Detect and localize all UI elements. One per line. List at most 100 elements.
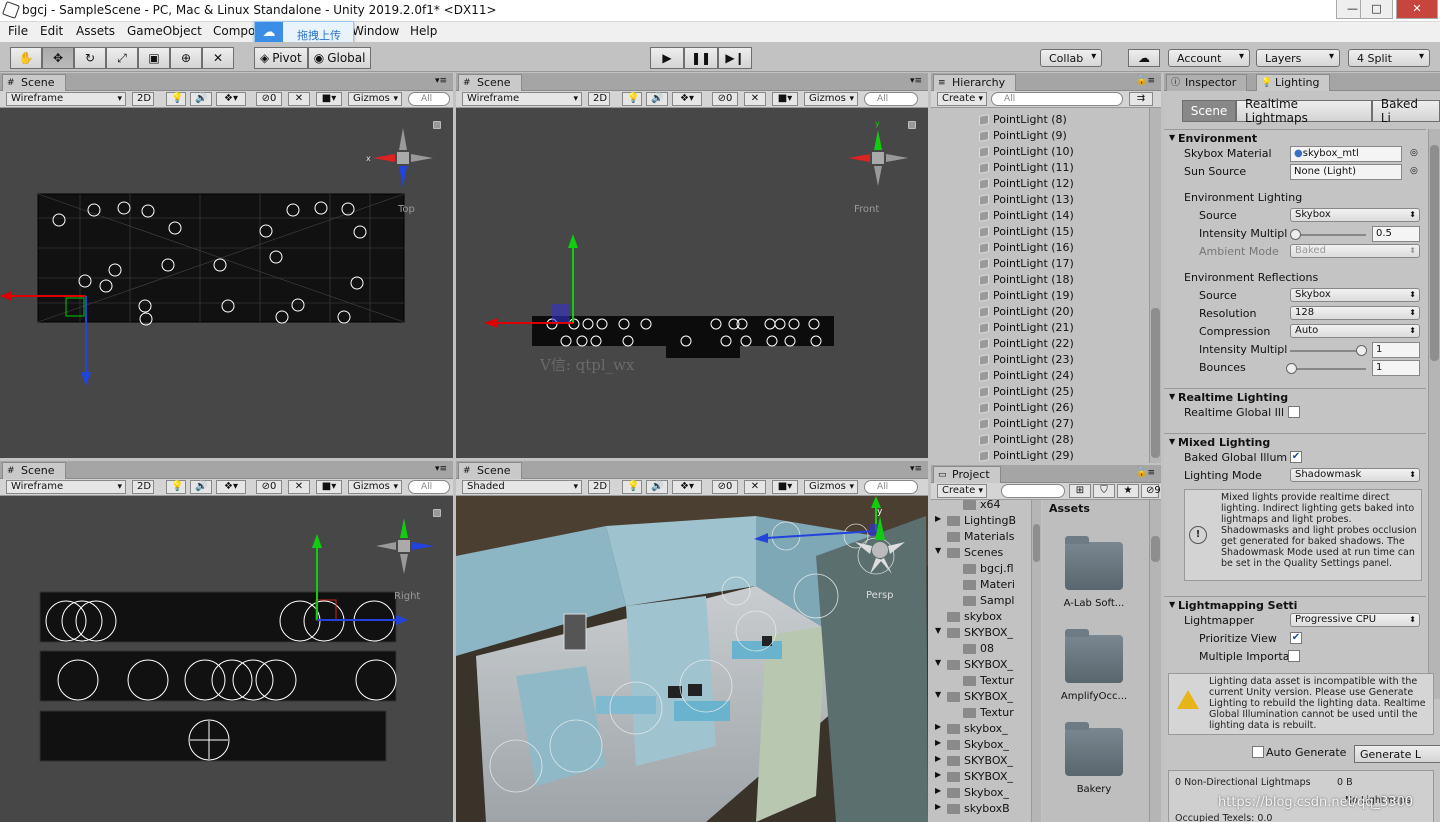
expand-arrow-icon[interactable]: ▶ <box>935 770 941 779</box>
project-tree-item[interactable]: bgcj.fl <box>931 561 1031 577</box>
expand-arrow-icon[interactable]: ▼ <box>935 546 941 555</box>
project-tree-item[interactable]: ▶ skyboxB <box>931 801 1031 817</box>
refl-intensity-value-field[interactable]: 1 <box>1372 342 1420 358</box>
draw-mode-dropdown[interactable]: Wireframe <box>462 92 582 106</box>
viewport[interactable]: Right <box>0 496 453 822</box>
lighting-toggle-icon[interactable]: 💡 <box>166 92 186 106</box>
custom-tool-icon[interactable]: ✕ <box>202 47 234 69</box>
2d-toggle[interactable]: 2D <box>132 480 154 494</box>
scene-search-input[interactable]: All <box>864 480 918 494</box>
expand-arrow-icon[interactable]: ▶ <box>935 514 941 523</box>
project-tree-item[interactable]: ▶ skybox_ <box>931 721 1031 737</box>
expand-arrow-icon[interactable]: ▶ <box>935 738 941 747</box>
source-dropdown[interactable]: Skybox <box>1290 208 1420 222</box>
menu-help[interactable]: Help <box>410 24 437 38</box>
tree-scrollbar[interactable] <box>1031 500 1041 822</box>
subtab-realtime-lightmaps[interactable]: Realtime Lightmaps <box>1236 97 1372 125</box>
hierarchy-item[interactable]: PointLight (8) <box>931 112 1141 128</box>
tab-lighting[interactable]: 💡 Lighting <box>1256 74 1331 91</box>
gizmos-dropdown[interactable]: Gizmos <box>804 92 858 106</box>
filter-type-icon[interactable]: ⊞ <box>1069 484 1091 498</box>
expand-arrow-icon[interactable]: ▼ <box>935 658 941 667</box>
project-tree-item[interactable]: Materials <box>931 529 1031 545</box>
project-tree-item[interactable]: 08 <box>931 641 1031 657</box>
hierarchy-item[interactable]: PointLight (11) <box>931 160 1141 176</box>
scale-tool-icon[interactable]: ⤢ <box>106 47 138 69</box>
sun-source-field[interactable]: None (Light) <box>1290 164 1402 180</box>
hierarchy-item[interactable]: PointLight (16) <box>931 240 1141 256</box>
hidden-objects-count[interactable]: ⊘0 <box>256 480 282 494</box>
tools-icon[interactable]: ✕ <box>744 480 766 494</box>
gizmos-dropdown[interactable]: Gizmos <box>348 92 402 106</box>
refl-source-dropdown[interactable]: Skybox <box>1290 288 1420 302</box>
scrollbar-thumb[interactable] <box>1151 536 1160 562</box>
asset-folder[interactable]: A-Lab Soft... <box>1059 536 1129 609</box>
asset-folder[interactable]: AmplifyOcc... <box>1059 629 1129 702</box>
close-button[interactable]: ✕ <box>1396 0 1438 19</box>
object-picker-icon[interactable]: ◎ <box>1410 166 1418 176</box>
hierarchy-item[interactable]: PointLight (14) <box>931 208 1141 224</box>
project-tree-item[interactable]: ▶ Skybox_ <box>931 737 1031 753</box>
menu-edit[interactable]: Edit <box>40 24 63 38</box>
hidden-objects-count[interactable]: ⊘0 <box>712 92 738 106</box>
project-tree-item[interactable]: ▶ LightingB <box>931 513 1031 529</box>
camera-dropdown-icon[interactable]: ■▾ <box>316 480 342 494</box>
tab-menu-icon[interactable]: 🔒≡ <box>1136 76 1155 86</box>
project-tree-item[interactable]: ▶ SKYBOX_ <box>931 753 1031 769</box>
tab-menu-icon[interactable]: 🔒≡ <box>1136 468 1155 478</box>
hand-tool-icon[interactable]: ✋ <box>10 47 42 69</box>
project-tree-item[interactable]: Textur <box>931 705 1031 721</box>
step-icon[interactable]: ▶❙ <box>718 47 752 69</box>
resolution-dropdown[interactable]: 128 <box>1290 306 1420 320</box>
menu-assets[interactable]: Assets <box>76 24 115 38</box>
hierarchy-item[interactable]: PointLight (23) <box>931 352 1141 368</box>
collab-dropdown[interactable]: Collab <box>1040 49 1103 67</box>
compression-dropdown[interactable]: Auto <box>1290 324 1420 338</box>
scene-search-input[interactable]: All <box>864 92 918 106</box>
effects-dropdown-icon[interactable]: ❖▾ <box>216 92 246 106</box>
lock-icon[interactable] <box>908 121 916 129</box>
tab-hierarchy[interactable]: ≡ Hierarchy <box>933 74 1017 91</box>
play-icon[interactable]: ▶ <box>650 47 684 69</box>
project-tree-item[interactable]: ▼ SKYBOX_ <box>931 689 1031 705</box>
scrollbar-thumb[interactable] <box>1033 524 1040 562</box>
draw-mode-dropdown[interactable]: Wireframe <box>6 92 126 106</box>
lighting-toggle-icon[interactable]: 💡 <box>166 480 186 494</box>
tab-inspector[interactable]: ⓘ Inspector <box>1166 74 1248 91</box>
tab-scene[interactable]: # Scene <box>458 462 522 479</box>
project-tree-item[interactable]: ▶ Skybox_ <box>931 785 1031 801</box>
lock-icon[interactable] <box>433 509 441 517</box>
tab-menu-icon[interactable]: ▾≡ <box>910 464 922 474</box>
hierarchy-options-icon[interactable]: ⇉ <box>1129 92 1153 106</box>
transform-tool-icon[interactable]: ⊕ <box>170 47 202 69</box>
project-tree-item[interactable]: ▼ SKYBOX_ <box>931 625 1031 641</box>
viewport[interactable]: y Persp <box>456 496 928 822</box>
hierarchy-item[interactable]: PointLight (19) <box>931 288 1141 304</box>
bounces-slider-knob[interactable] <box>1286 363 1297 374</box>
menu-component[interactable]: Compo <box>213 24 255 38</box>
tab-menu-icon[interactable]: ▾≡ <box>435 464 447 474</box>
expand-arrow-icon[interactable]: ▶ <box>935 802 941 811</box>
generate-lighting-button[interactable]: Generate L <box>1354 745 1440 763</box>
hierarchy-search-input[interactable]: All <box>991 92 1123 106</box>
menu-gameobject[interactable]: GameObject <box>127 24 202 38</box>
project-tree-item[interactable]: ▶ SKYBOX_ <box>931 769 1031 785</box>
tools-icon[interactable]: ✕ <box>288 92 310 106</box>
audio-toggle-icon[interactable]: 🔊 <box>190 480 212 494</box>
move-tool-icon[interactable]: ✥ <box>42 47 74 69</box>
hierarchy-item[interactable]: PointLight (26) <box>931 400 1141 416</box>
prioritize-view-checkbox[interactable]: ✔ <box>1290 632 1302 644</box>
assets-scrollbar[interactable] <box>1149 500 1161 822</box>
scene-search-input[interactable]: All <box>408 480 450 494</box>
create-dropdown[interactable]: Create <box>937 92 987 106</box>
hidden-count[interactable]: ⊘9 <box>1141 484 1161 498</box>
project-tree-item[interactable]: x64 <box>931 500 1031 513</box>
subtab-scene[interactable]: Scene <box>1182 100 1237 122</box>
2d-toggle[interactable]: 2D <box>588 92 610 106</box>
expand-arrow-icon[interactable]: ▼ <box>935 690 941 699</box>
lighting-scrollbar[interactable] <box>1428 129 1440 699</box>
hierarchy-item[interactable]: PointLight (28) <box>931 432 1141 448</box>
scrollbar-thumb[interactable] <box>1430 145 1439 361</box>
draw-mode-dropdown[interactable]: Shaded <box>462 480 582 494</box>
rotate-tool-icon[interactable]: ↻ <box>74 47 106 69</box>
